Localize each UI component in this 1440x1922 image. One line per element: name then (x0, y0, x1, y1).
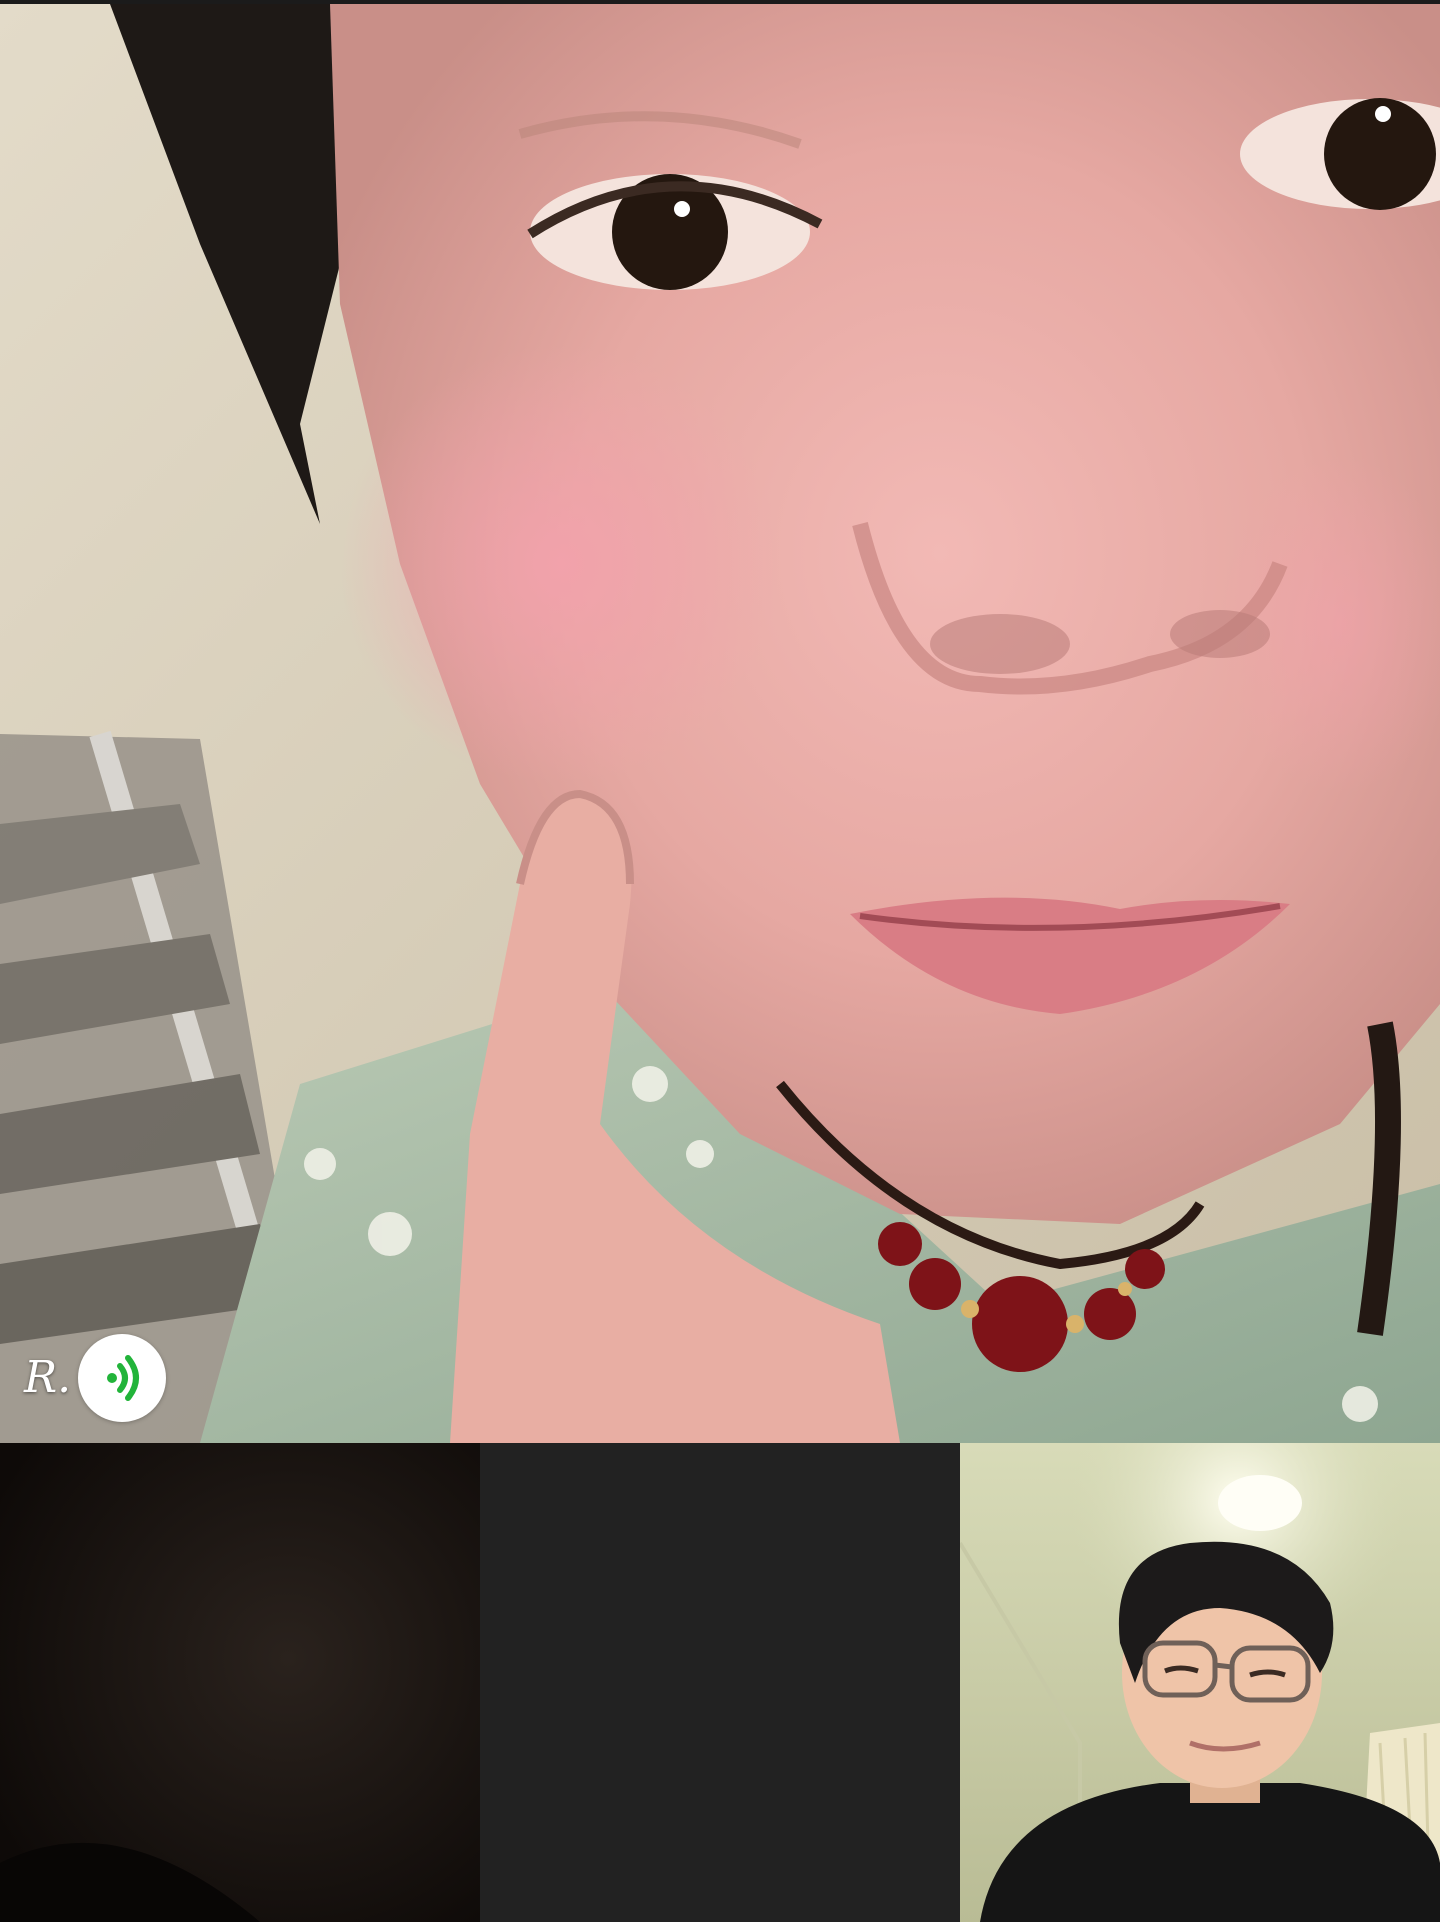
main-video-feed (0, 4, 1440, 1443)
video-call-window: R. (0, 0, 1440, 1922)
participant-video-dark (0, 1443, 480, 1922)
participant-tile-no-video[interactable] (480, 1443, 960, 1922)
main-video-tile[interactable]: R. (0, 4, 1440, 1443)
speaking-indicator-badge (78, 1334, 166, 1422)
self-preview-video (960, 1443, 1440, 1922)
participant-tile-dark[interactable] (0, 1443, 480, 1922)
speaker-wave-icon (107, 1355, 139, 1401)
self-preview-tile[interactable] (960, 1443, 1440, 1922)
participant-name-label: R. (24, 1352, 72, 1403)
